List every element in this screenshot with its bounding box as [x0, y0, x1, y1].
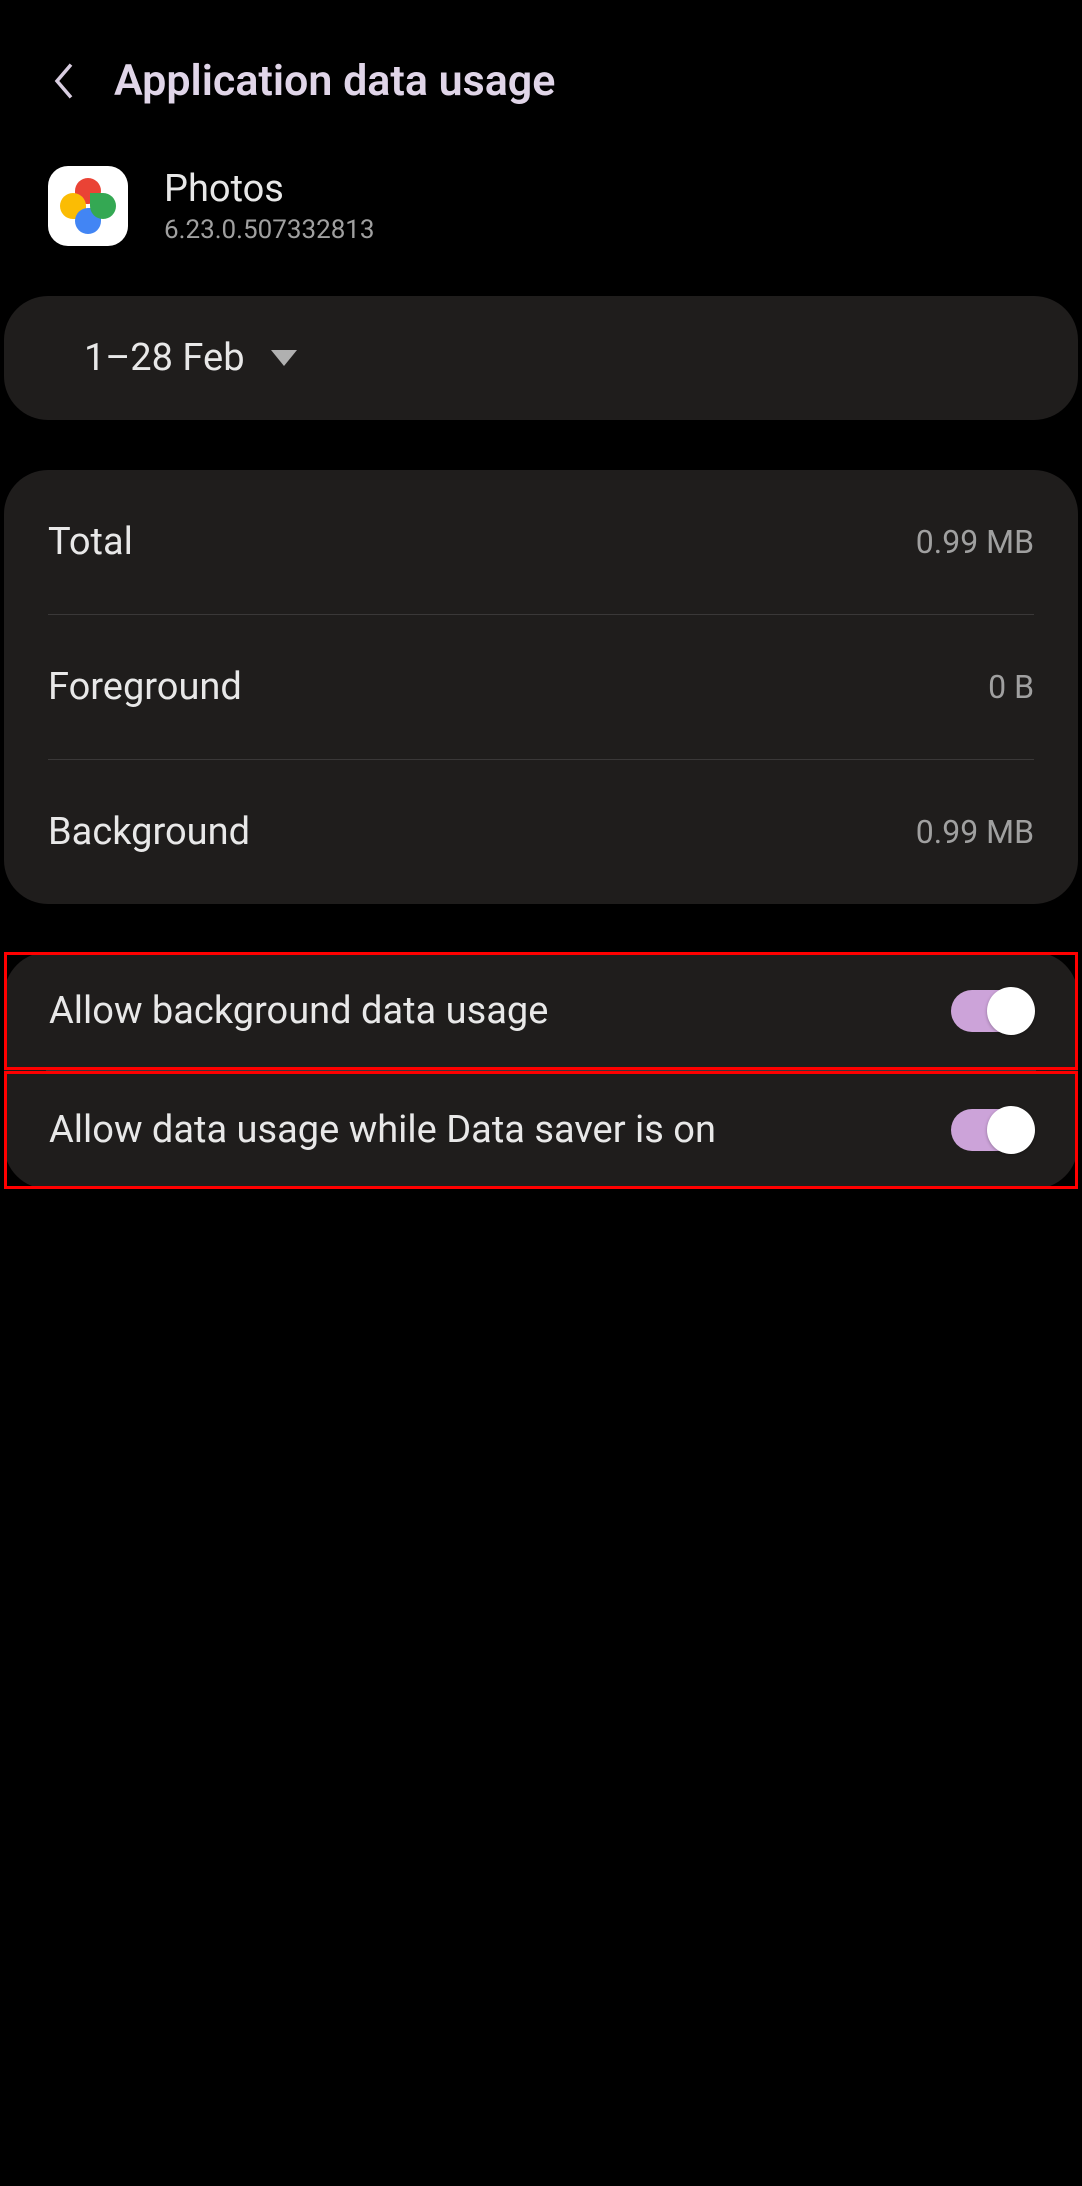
toggle-label: Allow background data usage	[49, 989, 548, 1033]
toggles-card: Allow background data usage Allow data u…	[4, 952, 1078, 1189]
app-info-block: Photos 6.23.0.507332813	[0, 146, 1082, 286]
usage-total-row: Total 0.99 MB	[48, 470, 1034, 614]
app-name: Photos	[164, 167, 375, 211]
app-icon	[48, 166, 128, 246]
date-range-dropdown[interactable]: 1–28 Feb	[4, 296, 1078, 420]
usage-foreground-row: Foreground 0 B	[48, 615, 1034, 759]
date-range-label: 1–28 Feb	[84, 336, 245, 380]
toggle-label: Allow data usage while Data saver is on	[49, 1108, 716, 1152]
app-version: 6.23.0.507332813	[164, 215, 375, 245]
toggle-knob	[987, 1106, 1035, 1154]
page-title: Application data usage	[114, 56, 555, 106]
usage-stats-card: Total 0.99 MB Foreground 0 B Background …	[4, 470, 1078, 904]
photos-pinwheel-icon	[60, 178, 116, 234]
back-icon[interactable]	[48, 60, 80, 102]
toggle-allow-background[interactable]: Allow background data usage	[4, 952, 1078, 1070]
usage-value: 0.99 MB	[916, 523, 1034, 561]
usage-value: 0 B	[988, 668, 1034, 706]
usage-background-row: Background 0.99 MB	[48, 760, 1034, 904]
page-header: Application data usage	[0, 0, 1082, 146]
usage-value: 0.99 MB	[916, 813, 1034, 851]
toggle-knob	[987, 987, 1035, 1035]
usage-label: Background	[48, 810, 250, 854]
toggle-switch[interactable]	[951, 1109, 1033, 1151]
chevron-down-icon	[271, 350, 297, 366]
toggle-data-saver[interactable]: Allow data usage while Data saver is on	[4, 1071, 1078, 1189]
usage-label: Total	[48, 520, 133, 564]
toggle-switch[interactable]	[951, 990, 1033, 1032]
usage-label: Foreground	[48, 665, 242, 709]
